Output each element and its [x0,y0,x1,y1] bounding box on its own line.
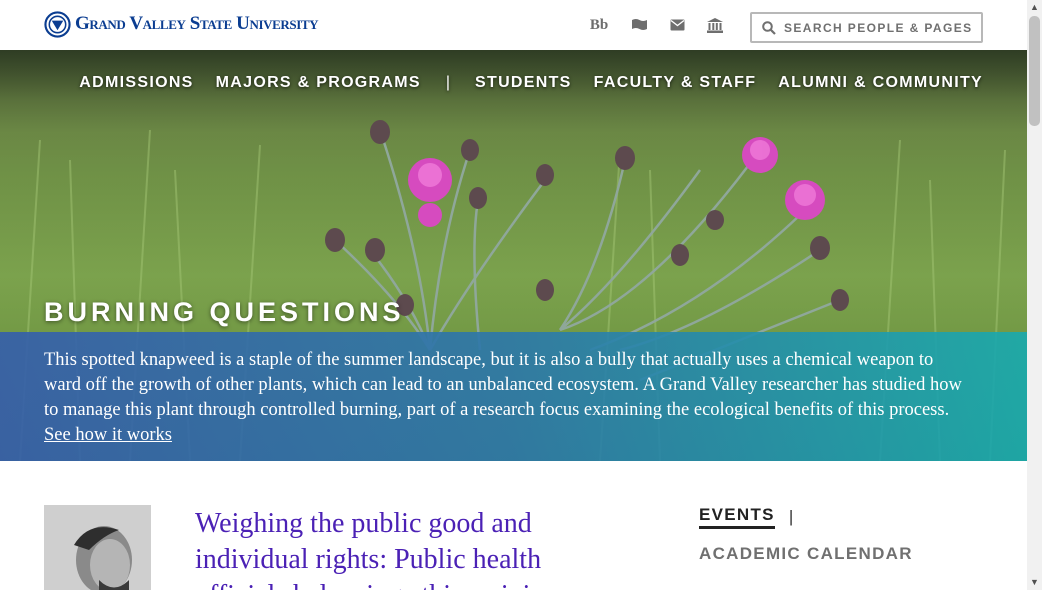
hero-banner: ADMISSIONS MAJORS & PROGRAMS | STUDENTS … [0,50,1027,461]
search-input[interactable]: SEARCH PEOPLE & PAGES [750,12,983,43]
site-header: Grand Valley State University Bb SEARCH … [0,0,1027,50]
nav-admissions[interactable]: ADMISSIONS [79,74,193,92]
caption-text: This spotted knapweed is a staple of the… [44,350,962,420]
tab-events[interactable]: EVENTS [699,505,775,529]
caption-paragraph: This spotted knapweed is a staple of the… [44,348,967,448]
nav-students[interactable]: STUDENTS [475,74,572,92]
search-icon [762,20,776,35]
nav-separator: | [445,74,451,91]
search-placeholder: SEARCH PEOPLE & PAGES [784,20,973,35]
events-tabs: EVENTS | [699,505,793,529]
tab-academic-calendar[interactable]: ACADEMIC CALENDAR [699,544,913,564]
gv-logo-icon [44,10,71,38]
news-headline[interactable]: Weighing the public good and individual … [195,506,575,590]
main-navigation: ADMISSIONS MAJORS & PROGRAMS | STUDENTS … [79,74,983,92]
scrollbar-thumb[interactable] [1029,16,1040,126]
envelope-icon[interactable] [668,17,686,33]
flag-icon[interactable] [630,17,648,33]
see-how-link[interactable]: See how it works [44,425,172,445]
person-photo [44,505,151,590]
hero-caption: This spotted knapweed is a staple of the… [0,332,1027,461]
utility-links: Bb [588,17,724,33]
nav-faculty-staff[interactable]: FACULTY & STAFF [594,74,757,92]
hero-title: BURNING QUESTIONS [44,297,405,327]
logo-wordmark: Grand Valley State University [75,13,319,34]
nav-majors-programs[interactable]: MAJORS & PROGRAMS [216,74,421,92]
news-thumbnail[interactable] [44,505,151,590]
vertical-scrollbar[interactable]: ▲ ▼ [1027,0,1042,590]
blackboard-icon[interactable]: Bb [588,17,610,33]
tab-separator: | [788,507,794,526]
nav-alumni-community[interactable]: ALUMNI & COMMUNITY [778,74,983,92]
scroll-up-arrow-icon[interactable]: ▲ [1027,0,1042,15]
university-logo[interactable]: Grand Valley State University [44,10,319,38]
institution-icon[interactable] [706,17,724,33]
scroll-down-arrow-icon[interactable]: ▼ [1027,575,1042,590]
